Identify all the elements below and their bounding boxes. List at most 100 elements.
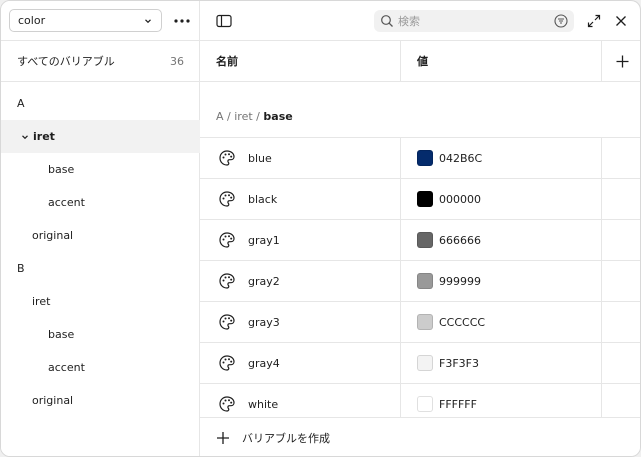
breadcrumb: A / iret / base	[200, 82, 640, 138]
tree-item[interactable]: base	[1, 153, 200, 186]
all-variables-label: すべてのバリアブル	[17, 55, 115, 68]
add-mode-button[interactable]	[602, 41, 640, 81]
tree-item[interactable]: iret	[1, 120, 200, 153]
color-palette-icon	[218, 272, 236, 290]
empty-cell	[602, 261, 640, 301]
tree-item-label: original	[32, 229, 74, 242]
variable-value-cell[interactable]: 999999	[401, 261, 602, 301]
column-header-name: 名前	[200, 41, 401, 81]
expand-button[interactable]	[583, 10, 605, 32]
empty-cell	[602, 343, 640, 383]
table-row[interactable]: blue 042B6C	[200, 138, 640, 179]
breadcrumb-item[interactable]: iret	[234, 110, 252, 123]
column-header-value: 値	[401, 41, 602, 81]
variable-rows: blue 042B6C black 000000 gray1 666666 gray2 999…	[200, 138, 640, 417]
color-swatch[interactable]	[417, 232, 433, 248]
variable-value: FFFFFF	[439, 397, 477, 411]
create-variable-label: バリアブルを作成	[242, 432, 330, 445]
empty-cell	[602, 384, 640, 417]
color-swatch[interactable]	[417, 273, 433, 289]
color-swatch[interactable]	[417, 396, 433, 412]
breadcrumb-separator: /	[256, 110, 260, 123]
empty-cell	[602, 179, 640, 219]
variable-value: 666666	[439, 233, 481, 247]
variable-name-cell[interactable]: gray3	[200, 302, 401, 342]
tree-item-label: original	[32, 394, 74, 407]
tree-item-label: iret	[32, 295, 51, 308]
close-icon	[616, 16, 626, 26]
chevron-down-icon	[145, 18, 151, 23]
variable-value: F3F3F3	[439, 356, 479, 370]
filter-icon[interactable]	[554, 14, 568, 28]
tree-item-label: accent	[48, 196, 85, 209]
color-swatch[interactable]	[417, 150, 433, 166]
toggle-sidebar-button[interactable]	[213, 10, 235, 32]
color-palette-icon	[218, 190, 236, 208]
table-row[interactable]: black 000000	[200, 179, 640, 220]
close-button[interactable]	[610, 10, 632, 32]
variable-name-cell[interactable]: black	[200, 179, 401, 219]
table-row[interactable]: white FFFFFF	[200, 384, 640, 417]
tree-item-label: accent	[48, 361, 85, 374]
color-swatch[interactable]	[417, 191, 433, 207]
table-row[interactable]: gray4 F3F3F3	[200, 343, 640, 384]
breadcrumb-item[interactable]: A	[216, 110, 224, 123]
empty-cell	[602, 138, 640, 178]
variable-name: white	[248, 397, 279, 411]
more-options-button[interactable]	[171, 10, 193, 32]
tree-item[interactable]: iret	[1, 285, 200, 318]
empty-cell	[602, 302, 640, 342]
plus-icon	[616, 55, 628, 67]
tree-item[interactable]: original	[1, 384, 200, 417]
variable-name: gray2	[248, 274, 280, 288]
color-palette-icon	[218, 231, 236, 249]
table-row[interactable]: gray2 999999	[200, 261, 640, 302]
variable-name: black	[248, 192, 278, 206]
variable-value-cell[interactable]: FFFFFF	[401, 384, 602, 417]
variable-name-cell[interactable]: white	[200, 384, 401, 417]
color-swatch[interactable]	[417, 314, 433, 330]
tree-item[interactable]: A	[1, 87, 200, 120]
table-header: 名前 値	[200, 41, 640, 82]
all-variables-item[interactable]: すべてのバリアブル 36	[1, 41, 200, 82]
collection-dropdown[interactable]: color	[9, 9, 162, 32]
table-row[interactable]: gray3 CCCCCC	[200, 302, 640, 343]
variable-value: 000000	[439, 192, 481, 206]
variable-value-cell[interactable]: 042B6C	[401, 138, 602, 178]
tree-item[interactable]: original	[1, 219, 200, 252]
breadcrumb-separator: /	[227, 110, 231, 123]
chevron-down-icon[interactable]	[19, 133, 31, 141]
variable-value: CCCCCC	[439, 315, 486, 329]
variable-value-cell[interactable]: CCCCCC	[401, 302, 602, 342]
variable-name-cell[interactable]: blue	[200, 138, 401, 178]
variable-name-cell[interactable]: gray1	[200, 220, 401, 260]
search-input[interactable]	[398, 11, 554, 31]
collection-dropdown-value: color	[18, 14, 46, 27]
main-panel: 名前 値 A / iret / base blue 042B6C black 0000…	[200, 1, 640, 456]
variable-name: gray1	[248, 233, 280, 247]
variable-value-cell[interactable]: F3F3F3	[401, 343, 602, 383]
search-box	[374, 10, 574, 32]
search-icon	[381, 15, 393, 27]
color-swatch[interactable]	[417, 355, 433, 371]
tree-item-label: base	[48, 163, 75, 176]
variable-value-cell[interactable]: 000000	[401, 179, 602, 219]
table-row[interactable]: gray1 666666	[200, 220, 640, 261]
empty-cell	[602, 220, 640, 260]
variables-window: color すべてのバリアブル 36 Airet base accent origin…	[0, 0, 641, 457]
create-variable-button[interactable]: バリアブルを作成	[200, 417, 640, 456]
toolbar	[200, 1, 640, 41]
tree-item[interactable]: base	[1, 318, 200, 351]
variable-name: gray4	[248, 356, 280, 370]
color-palette-icon	[218, 395, 236, 413]
more-icon	[174, 19, 190, 23]
sidebar: color すべてのバリアブル 36 Airet base accent origin…	[1, 1, 200, 456]
variable-name-cell[interactable]: gray4	[200, 343, 401, 383]
variable-name-cell[interactable]: gray2	[200, 261, 401, 301]
tree-item[interactable]: accent	[1, 186, 200, 219]
tree-item[interactable]: B	[1, 252, 200, 285]
tree-item-label: B	[17, 262, 25, 275]
tree-item[interactable]: accent	[1, 351, 200, 384]
variable-value-cell[interactable]: 666666	[401, 220, 602, 260]
color-palette-icon	[218, 313, 236, 331]
